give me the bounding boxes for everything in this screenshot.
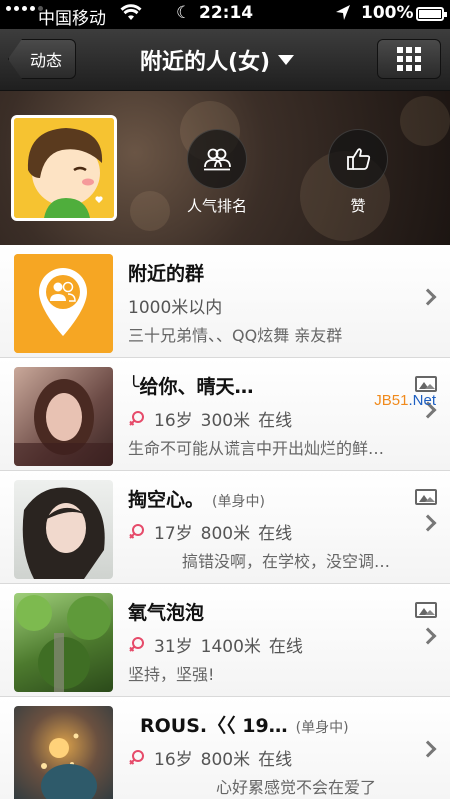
- person-avatar: [14, 706, 113, 799]
- do-not-disturb-moon-icon: ☾: [176, 3, 192, 23]
- person-name: ╰给你、晴天…: [128, 372, 253, 399]
- person-name-text: 氧气泡泡: [128, 602, 205, 624]
- carrier-name: 中国移动: [38, 9, 106, 29]
- person-name: 氧气泡泡: [128, 598, 204, 625]
- person-signature: 坚持，坚强!: [128, 665, 215, 684]
- photo-album-icon[interactable]: [415, 376, 437, 392]
- relationship-tag: (单身中): [295, 720, 349, 736]
- grid-icon: [397, 47, 421, 71]
- group-distance: 1000米以内: [128, 293, 222, 318]
- clock-time: 22:14: [199, 3, 254, 23]
- chevron-right-icon: [419, 740, 437, 758]
- person-meta: 16岁 300米 在线: [128, 406, 292, 431]
- site-watermark: JB51.Net: [374, 392, 436, 409]
- person-name-text: ROUS.〈〈 19…: [140, 715, 288, 737]
- popularity-ranking-label: 人气排名: [186, 197, 247, 215]
- photo-album-icon[interactable]: [415, 489, 437, 505]
- ranking-people-icon: [187, 129, 247, 189]
- battery-icon: [416, 7, 447, 21]
- female-icon: [128, 636, 146, 654]
- person-signature: 生命不可能从谎言中开出灿烂的鲜…: [128, 439, 385, 458]
- person-distance: 300米: [200, 411, 251, 431]
- person-status: 在线: [258, 524, 293, 544]
- my-avatar[interactable]: [11, 115, 117, 221]
- person-meta: 16岁 800米 在线: [128, 745, 292, 770]
- group-name: 附近的群: [128, 263, 205, 285]
- person-signature: 搞错没啊，在学校，没空调…: [182, 552, 391, 571]
- person-avatar: [14, 367, 113, 466]
- person-status: 在线: [258, 750, 293, 770]
- relationship-tag: (单身中): [212, 494, 265, 510]
- location-arrow-icon: [334, 3, 352, 28]
- nav-title-dropdown[interactable]: 附近的人(女): [140, 43, 295, 77]
- page-title: 附近的人(女): [140, 50, 271, 75]
- group-distance-text: 1000米以内: [128, 298, 223, 318]
- grid-view-button[interactable]: [377, 39, 441, 79]
- person-status: 在线: [258, 411, 293, 431]
- female-icon: [128, 523, 146, 541]
- like-label: 赞: [350, 197, 366, 215]
- person-name-text: 掏空心。: [128, 489, 205, 511]
- popularity-ranking-button[interactable]: 人气排名: [172, 129, 262, 216]
- person-status: 在线: [268, 637, 303, 657]
- person-meta: 17岁 800米 在线: [128, 519, 292, 544]
- person-row[interactable]: 掏空心。 (单身中) 17岁 800米 在线 搞错没啊，在学校，没空调…: [0, 471, 450, 584]
- thumbs-up-icon: [328, 129, 388, 189]
- person-row[interactable]: ROUS.〈〈 19… (单身中) 16岁 800米 在线 心好累感觉不会在爱了: [0, 697, 450, 799]
- person-name-text: ╰给你、晴天…: [128, 376, 254, 398]
- female-icon: [128, 410, 146, 428]
- like-button[interactable]: 赞: [313, 129, 403, 216]
- caret-down-icon: [278, 55, 295, 65]
- person-name: ROUS.〈〈 19… (单身中): [140, 711, 349, 738]
- person-avatar: [14, 480, 113, 579]
- person-age: 31岁: [154, 637, 193, 657]
- status-bar: 中国移动 ☾ 22:14 100%: [0, 0, 450, 29]
- person-age: 16岁: [154, 750, 193, 770]
- watermark-left: JB51: [374, 392, 409, 409]
- nearby-groups-icon: [14, 254, 113, 353]
- person-signature: 心好累感觉不会在爱了: [216, 778, 377, 797]
- navigation-bar: 动态 附近的人(女): [0, 29, 450, 91]
- profile-banner: 人气排名 赞: [0, 91, 450, 245]
- wifi-icon: [120, 3, 142, 28]
- battery-percent: 100%: [361, 3, 414, 23]
- person-age: 16岁: [154, 411, 193, 431]
- chevron-right-icon: [419, 288, 437, 306]
- group-description: 三十兄弟情、、QQ炫舞 亲友群: [128, 326, 343, 345]
- photo-album-icon[interactable]: [415, 602, 437, 618]
- female-icon: [128, 749, 146, 767]
- back-button[interactable]: 动态: [8, 39, 76, 79]
- nearby-groups-row[interactable]: 附近的群 1000米以内 三十兄弟情、、QQ炫舞 亲友群: [0, 245, 450, 358]
- back-button-label: 动态: [29, 51, 62, 70]
- nearby-people-list: 附近的群 1000米以内 三十兄弟情、、QQ炫舞 亲友群 ╰给你、晴天… 16岁…: [0, 245, 450, 799]
- person-meta: 31岁 1400米 在线: [128, 632, 303, 657]
- person-name: 掏空心。 (单身中): [128, 485, 265, 512]
- person-distance: 1400米: [200, 637, 261, 657]
- person-row[interactable]: 氧气泡泡 31岁 1400米 在线 坚持，坚强!: [0, 584, 450, 697]
- person-row[interactable]: ╰给你、晴天… 16岁 300米 在线 生命不可能从谎言中开出灿烂的鲜…: [0, 358, 450, 471]
- chevron-right-icon: [419, 627, 437, 645]
- person-distance: 800米: [200, 750, 251, 770]
- chevron-right-icon: [419, 514, 437, 532]
- person-avatar: [14, 593, 113, 692]
- person-age: 17岁: [154, 524, 193, 544]
- watermark-right: .Net: [408, 392, 436, 409]
- person-distance: 800米: [200, 524, 251, 544]
